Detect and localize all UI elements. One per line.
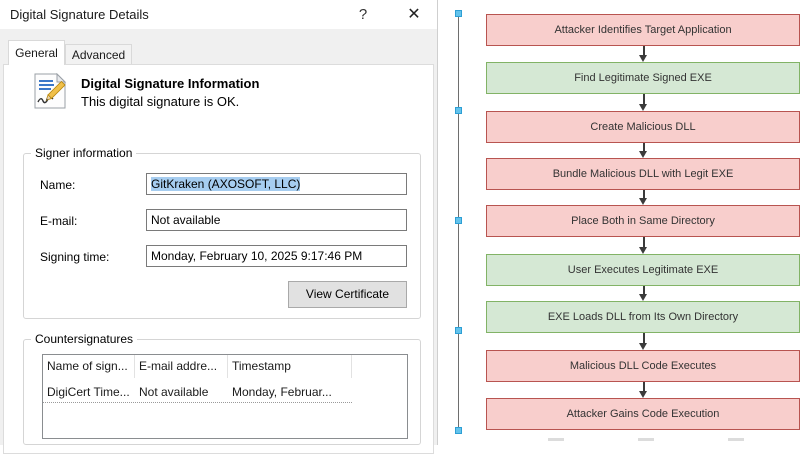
arrow-down-icon [637,237,650,254]
arrow-down-icon [637,94,650,111]
signature-document-icon [31,73,69,109]
dialog-title: Digital Signature Details [10,7,149,22]
row-signer-name: DigiCert Time... [43,381,135,403]
flow-step-label: Bundle Malicious DLL with Legit EXE [553,168,734,180]
countersignatures-table[interactable]: Name of sign... E-mail addre... Timestam… [42,354,408,439]
signing-time-field[interactable]: Monday, February 10, 2025 9:17:46 PM [146,245,407,267]
col-header-empty [352,355,407,378]
flow-step-label: Find Legitimate Signed EXE [574,72,712,84]
dialog-titlebar[interactable]: Digital Signature Details ? ✕ [0,0,437,29]
flow-step-label: Create Malicious DLL [590,121,695,133]
close-icon[interactable]: ✕ [400,3,428,27]
email-label: E-mail: [40,214,77,228]
cutoff-shape-mark [728,438,744,441]
signing-time-value: Monday, February 10, 2025 9:17:46 PM [151,249,362,263]
email-value: Not available [151,213,220,227]
row-email: Not available [135,381,228,403]
flow-step-label: Attacker Identifies Target Application [554,24,731,36]
line-waypoint-handle[interactable] [455,217,462,224]
name-field[interactable]: GitKraken (AXOSOFT, LLC) [146,173,407,195]
signature-info-heading: Digital Signature Information [81,76,259,91]
line-waypoint-handle[interactable] [455,107,462,114]
cutoff-shape-mark [638,438,654,441]
flow-step-place-directory[interactable]: Place Both in Same Directory [486,205,800,237]
flow-step-exe-loads-dll[interactable]: EXE Loads DLL from Its Own Directory [486,301,800,333]
name-value: GitKraken (AXOSOFT, LLC) [151,177,300,191]
arrow-down-icon [637,190,650,205]
signature-status-text: This digital signature is OK. [81,94,239,109]
flow-step-identify-target[interactable]: Attacker Identifies Target Application [486,14,800,46]
row-timestamp: Monday, Februar... [228,381,352,403]
table-header-row: Name of sign... E-mail addre... Timestam… [43,355,407,378]
flow-step-dll-executes[interactable]: Malicious DLL Code Executes [486,350,800,382]
line-waypoint-handle[interactable] [455,327,462,334]
arrow-down-icon [637,333,650,350]
flow-step-label: User Executes Legitimate EXE [568,264,718,276]
flow-step-label: Malicious DLL Code Executes [570,360,716,372]
arrow-down-icon [637,46,650,62]
flow-step-label: Attacker Gains Code Execution [567,408,720,420]
table-row[interactable]: DigiCert Time... Not available Monday, F… [43,381,352,403]
arrow-down-icon [637,143,650,158]
countersignatures-legend: Countersignatures [31,332,137,346]
line-endpoint-handle[interactable] [455,427,462,434]
tab-general[interactable]: General [8,40,65,65]
arrow-down-icon [637,382,650,398]
general-tab-page: Digital Signature Information This digit… [3,64,434,454]
col-header-email-address[interactable]: E-mail addre... [135,355,228,378]
countersignatures-group: Countersignatures Name of sign... E-mail… [23,339,421,445]
email-field[interactable]: Not available [146,209,407,231]
signer-information-group: Signer information Name: GitKraken (AXOS… [23,153,421,319]
flow-step-bundle-dll[interactable]: Bundle Malicious DLL with Legit EXE [486,158,800,190]
digital-signature-dialog: Digital Signature Details ? ✕ General Ad… [0,0,438,445]
flow-step-label: Place Both in Same Directory [571,215,715,227]
cutoff-shape-mark [548,438,564,441]
flow-step-user-executes[interactable]: User Executes Legitimate EXE [486,254,800,286]
signing-time-label: Signing time: [40,250,109,264]
signer-group-legend: Signer information [31,146,136,160]
flow-step-code-execution[interactable]: Attacker Gains Code Execution [486,398,800,430]
name-label: Name: [40,178,75,192]
help-icon[interactable]: ? [350,4,376,26]
flow-step-label: EXE Loads DLL from Its Own Directory [548,311,738,323]
tab-advanced[interactable]: Advanced [65,44,132,65]
view-certificate-button[interactable]: View Certificate [288,281,407,308]
line-endpoint-handle[interactable] [455,10,462,17]
flow-step-find-signed-exe[interactable]: Find Legitimate Signed EXE [486,62,800,94]
flow-step-create-dll[interactable]: Create Malicious DLL [486,111,800,143]
col-header-timestamp[interactable]: Timestamp [228,355,352,378]
col-header-name-of-signer[interactable]: Name of sign... [43,355,135,378]
arrow-down-icon [637,286,650,301]
